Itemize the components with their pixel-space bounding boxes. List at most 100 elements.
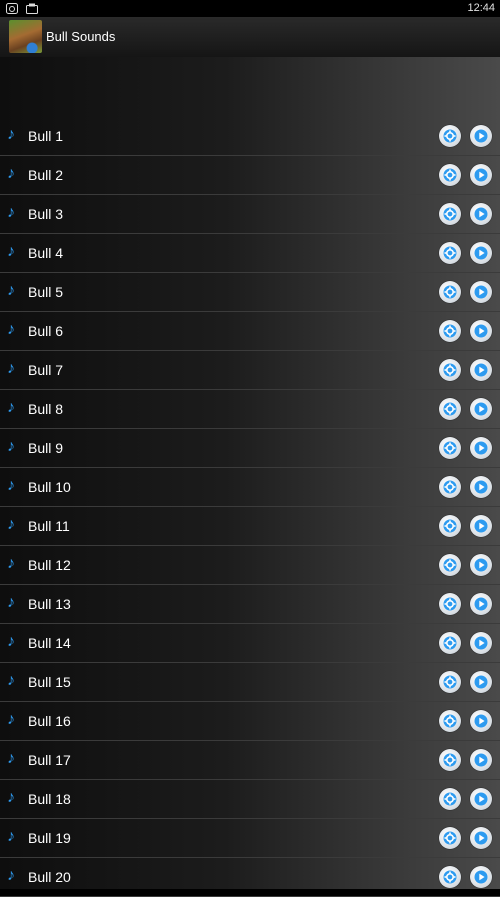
- settings-button[interactable]: [439, 788, 461, 810]
- settings-button[interactable]: [439, 437, 461, 459]
- play-icon: [474, 129, 488, 143]
- play-icon: [474, 870, 488, 884]
- settings-button[interactable]: [439, 320, 461, 342]
- sound-label: Bull 3: [28, 206, 64, 222]
- list-item[interactable]: ♪ Bull 14: [0, 624, 500, 663]
- settings-button[interactable]: [439, 242, 461, 264]
- music-note-icon: ♪: [7, 516, 15, 533]
- play-icon: [474, 753, 488, 767]
- music-note-icon: ♪: [7, 711, 15, 728]
- play-button[interactable]: [470, 671, 492, 693]
- settings-button[interactable]: [439, 164, 461, 186]
- music-note-icon: ♪: [7, 438, 15, 455]
- sound-label: Bull 19: [28, 830, 71, 846]
- play-icon: [474, 519, 488, 533]
- play-button[interactable]: [470, 203, 492, 225]
- settings-button[interactable]: [439, 398, 461, 420]
- list-item[interactable]: ♪ Bull 8: [0, 390, 500, 429]
- sound-label: Bull 20: [28, 869, 71, 885]
- sound-label: Bull 8: [28, 401, 64, 417]
- play-button[interactable]: [470, 476, 492, 498]
- list-item[interactable]: ♪ Bull 13: [0, 585, 500, 624]
- settings-button[interactable]: [439, 593, 461, 615]
- play-button[interactable]: [470, 164, 492, 186]
- list-item[interactable]: ♪ Bull 10: [0, 468, 500, 507]
- list-item[interactable]: ♪ Bull 5: [0, 273, 500, 312]
- list-item[interactable]: ♪ Bull 1: [0, 117, 500, 156]
- sound-list: ♪ Bull 1 ♪ Bull 2 ♪ Bull 3 ♪ Bull 4 ♪ Bu…: [0, 117, 500, 897]
- settings-button[interactable]: [439, 632, 461, 654]
- play-button[interactable]: [470, 632, 492, 654]
- settings-button[interactable]: [439, 749, 461, 771]
- play-button[interactable]: [470, 125, 492, 147]
- music-note-icon: ♪: [7, 243, 15, 260]
- play-button[interactable]: [470, 749, 492, 771]
- sound-label: Bull 4: [28, 245, 64, 261]
- play-button[interactable]: [470, 827, 492, 849]
- play-icon: [474, 480, 488, 494]
- music-note-icon: ♪: [7, 828, 15, 845]
- sound-label: Bull 7: [28, 362, 64, 378]
- play-icon: [474, 636, 488, 650]
- sound-label: Bull 11: [28, 518, 70, 534]
- play-icon: [474, 441, 488, 455]
- settings-button[interactable]: [439, 359, 461, 381]
- settings-button[interactable]: [439, 866, 461, 888]
- play-icon: [474, 285, 488, 299]
- list-item[interactable]: ♪ Bull 11: [0, 507, 500, 546]
- settings-button[interactable]: [439, 125, 461, 147]
- list-item[interactable]: ♪ Bull 17: [0, 741, 500, 780]
- list-item[interactable]: ♪ Bull 7: [0, 351, 500, 390]
- play-button[interactable]: [470, 710, 492, 732]
- list-item[interactable]: ♪ Bull 12: [0, 546, 500, 585]
- app-logo-icon[interactable]: [9, 20, 42, 53]
- settings-button[interactable]: [439, 710, 461, 732]
- list-item[interactable]: ♪ Bull 4: [0, 234, 500, 273]
- settings-button[interactable]: [439, 476, 461, 498]
- list-item[interactable]: ♪ Bull 15: [0, 663, 500, 702]
- gear-icon: [443, 636, 457, 650]
- music-note-icon: ♪: [7, 594, 15, 611]
- settings-button[interactable]: [439, 515, 461, 537]
- gear-icon: [443, 597, 457, 611]
- play-icon: [474, 597, 488, 611]
- play-icon: [474, 831, 488, 845]
- play-button[interactable]: [470, 554, 492, 576]
- play-button[interactable]: [470, 866, 492, 888]
- settings-button[interactable]: [439, 281, 461, 303]
- list-item[interactable]: ♪ Bull 3: [0, 195, 500, 234]
- play-button[interactable]: [470, 788, 492, 810]
- sound-label: Bull 9: [28, 440, 64, 456]
- list-item[interactable]: ♪ Bull 16: [0, 702, 500, 741]
- content-area: ♪ Bull 1 ♪ Bull 2 ♪ Bull 3 ♪ Bull 4 ♪ Bu…: [0, 57, 500, 897]
- play-button[interactable]: [470, 398, 492, 420]
- list-item[interactable]: ♪ Bull 18: [0, 780, 500, 819]
- gear-icon: [443, 480, 457, 494]
- play-button[interactable]: [470, 281, 492, 303]
- list-item[interactable]: ♪ Bull 20: [0, 858, 500, 897]
- play-button[interactable]: [470, 359, 492, 381]
- settings-button[interactable]: [439, 203, 461, 225]
- play-button[interactable]: [470, 437, 492, 459]
- gear-icon: [443, 324, 457, 338]
- play-button[interactable]: [470, 320, 492, 342]
- settings-button[interactable]: [439, 671, 461, 693]
- music-note-icon: ♪: [7, 282, 15, 299]
- settings-button[interactable]: [439, 554, 461, 576]
- screenshot-icon: [26, 3, 38, 14]
- list-item[interactable]: ♪ Bull 19: [0, 819, 500, 858]
- play-button[interactable]: [470, 242, 492, 264]
- play-icon: [474, 363, 488, 377]
- play-icon: [474, 324, 488, 338]
- list-item[interactable]: ♪ Bull 2: [0, 156, 500, 195]
- list-item[interactable]: ♪ Bull 6: [0, 312, 500, 351]
- action-bar: Bull Sounds: [0, 17, 500, 58]
- music-note-icon: ♪: [7, 165, 15, 182]
- music-note-icon: ♪: [7, 204, 15, 221]
- play-button[interactable]: [470, 593, 492, 615]
- list-item[interactable]: ♪ Bull 9: [0, 429, 500, 468]
- gear-icon: [443, 246, 457, 260]
- gear-icon: [443, 207, 457, 221]
- play-button[interactable]: [470, 515, 492, 537]
- settings-button[interactable]: [439, 827, 461, 849]
